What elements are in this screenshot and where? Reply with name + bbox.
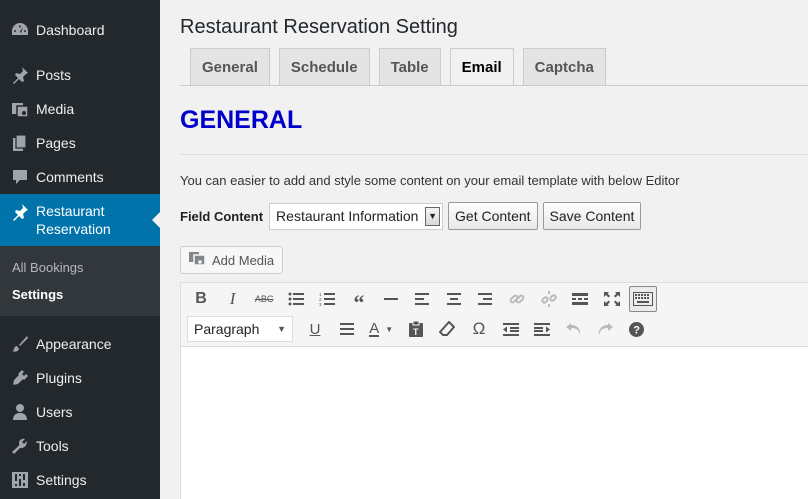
chevron-down-icon: ▼ [277,324,286,334]
tab-captcha[interactable]: Captcha [522,48,606,86]
sidebar-item-label: Posts [36,67,72,83]
user-icon [10,402,30,422]
settings-icon [10,470,30,490]
clear-formatting-icon[interactable] [433,316,461,342]
get-content-button[interactable]: Get Content [448,202,538,230]
field-content-select[interactable]: Restaurant Information ▼ [269,202,444,230]
align-center-icon[interactable] [440,286,468,312]
sidebar-item-label: Comments [36,169,104,185]
sidebar-item-label: Settings [36,472,87,488]
tab-schedule[interactable]: Schedule [278,48,370,86]
brush-icon [10,334,30,354]
help-icon[interactable]: ? [623,316,651,342]
wrench-icon [10,436,30,456]
justify-icon[interactable] [333,316,361,342]
add-media-button[interactable]: Add Media [180,246,284,274]
sidebar-item-settings[interactable]: Settings [0,463,160,497]
bullet-list-icon[interactable] [282,286,310,312]
comment-icon [10,167,30,187]
sidebar-item-label: Restaurant Reservation [36,202,111,238]
text-color-icon[interactable]: A ▼ [364,316,398,342]
redo-icon[interactable] [591,316,619,342]
italic-icon[interactable]: I [219,286,247,312]
underline-icon[interactable]: U [301,316,329,342]
sidebar-item-label-line1: Restaurant [36,203,105,219]
svg-text:3: 3 [319,302,322,306]
rich-text-editor: B I ABC 123 “ Paragraph ▼ U A ▼ T Ω ? [180,282,808,499]
tab-table[interactable]: Table [378,48,441,86]
paragraph-format-select[interactable]: Paragraph ▼ [187,316,293,342]
editor-content-area[interactable] [181,347,808,499]
align-right-icon[interactable] [471,286,499,312]
read-more-icon[interactable] [566,286,594,312]
indent-icon[interactable] [528,316,556,342]
sidebar-submenu: All Bookings Settings [0,246,160,316]
save-content-button[interactable]: Save Content [542,202,642,230]
sidebar-item-restaurant-reservation[interactable]: Restaurant Reservation [0,194,160,246]
align-left-icon[interactable] [408,286,436,312]
pin-icon [10,65,30,85]
svg-text:?: ? [634,324,641,336]
admin-sidebar: Dashboard Posts Media Pages Comments Res… [0,0,160,499]
sidebar-item-posts[interactable]: Posts [0,58,160,92]
unlink-icon[interactable] [535,286,563,312]
pages-icon [10,133,30,153]
link-icon[interactable] [503,286,531,312]
chevron-down-icon: ▼ [425,206,441,226]
sidebar-item-label: Media [36,101,75,117]
sidebar-item-label: Dashboard [36,22,105,38]
toolbar-row-2: Paragraph ▼ U A ▼ T Ω ? [187,316,655,342]
toolbar-row-1: B I ABC 123 “ [187,286,661,314]
tab-divider [180,85,808,86]
numbered-list-icon[interactable]: 123 [313,286,341,312]
description-text: You can easier to add and style some con… [180,173,680,188]
page-title: Restaurant Reservation Setting [180,16,458,38]
sidebar-item-label-line2: Reservation [36,221,111,237]
sidebar-item-dashboard[interactable]: Dashboard [0,13,160,47]
undo-icon[interactable] [560,316,588,342]
sidebar-item-comments[interactable]: Comments [0,160,160,194]
blockquote-icon[interactable]: “ [345,286,373,314]
outdent-icon[interactable] [497,316,525,342]
section-divider [180,154,808,155]
sidebar-item-pages[interactable]: Pages [0,126,160,160]
horizontal-line-icon[interactable] [377,286,405,312]
submenu-item-all-bookings[interactable]: All Bookings [0,254,160,281]
main-content: Restaurant Reservation Setting General S… [160,0,808,499]
editor-toolbar: B I ABC 123 “ Paragraph ▼ U A ▼ T Ω ? [181,283,808,347]
sidebar-item-plugins[interactable]: Plugins [0,361,160,395]
dashboard-icon [10,20,30,40]
strikethrough-icon[interactable]: ABC [250,286,278,312]
settings-tabs: General Schedule Table Email Captcha [190,48,615,86]
pin-icon [10,202,30,222]
sidebar-item-label: Pages [36,135,76,151]
sidebar-item-label: Tools [36,438,69,454]
submenu-item-settings[interactable]: Settings [0,281,160,308]
field-content-label: Field Content [180,208,264,224]
sidebar-item-label: Plugins [36,370,82,386]
svg-text:T: T [413,327,419,337]
sidebar-item-users[interactable]: Users [0,395,160,429]
paragraph-format-value: Paragraph [194,321,260,337]
add-media-label: Add Media [212,252,275,268]
sidebar-item-appearance[interactable]: Appearance [0,327,160,361]
field-content-row: Field Content Restaurant Information ▼ G… [180,202,642,230]
field-content-select-value: Restaurant Information [276,208,419,224]
paste-as-text-icon[interactable]: T [402,316,430,342]
special-character-icon[interactable]: Ω [465,316,493,342]
sidebar-item-label: Users [36,404,73,420]
bold-icon[interactable]: B [187,286,215,312]
fullscreen-icon[interactable] [598,286,626,312]
sidebar-item-media[interactable]: Media [0,92,160,126]
sidebar-item-label: Appearance [36,336,112,352]
media-icon [189,250,206,270]
plug-icon [10,368,30,388]
sidebar-item-tools[interactable]: Tools [0,429,160,463]
tab-email[interactable]: Email [449,48,514,86]
section-heading: GENERAL [180,106,303,134]
tab-general[interactable]: General [190,48,270,86]
toolbar-toggle-icon[interactable] [629,286,658,312]
media-icon [10,99,30,119]
